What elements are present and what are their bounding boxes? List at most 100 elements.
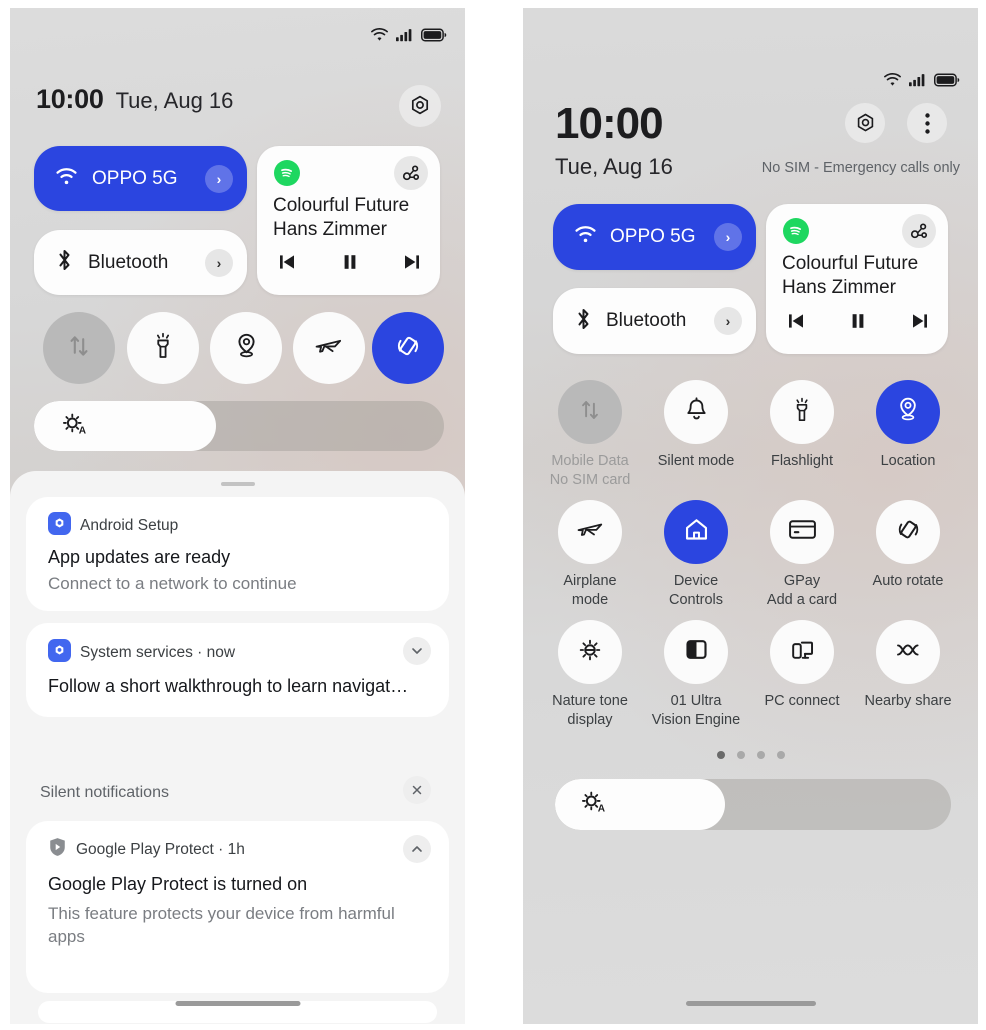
- toggle-location[interactable]: [210, 312, 282, 384]
- chevron-right-icon[interactable]: ›: [714, 307, 742, 335]
- notification-android-setup[interactable]: Android Setup App updates are ready Conn…: [26, 497, 449, 611]
- tile-location[interactable]: Location: [860, 380, 956, 471]
- auto-rotate-icon: [394, 332, 422, 365]
- chevron-right-icon[interactable]: ›: [714, 223, 742, 251]
- auto-brightness-icon: A: [579, 788, 607, 821]
- toggle-auto-rotate[interactable]: [372, 312, 444, 384]
- page-dot[interactable]: [776, 751, 785, 759]
- auto-brightness-icon: A: [60, 410, 88, 443]
- page-dot[interactable]: [756, 751, 765, 759]
- spotify-icon: [783, 218, 809, 244]
- notification-system-services[interactable]: System services · now Follow a short wal…: [26, 623, 449, 717]
- tile-label-line1: Mobile Data: [551, 453, 629, 469]
- tile-button[interactable]: [876, 500, 940, 564]
- pause-icon[interactable]: [338, 250, 362, 279]
- gear-icon[interactable]: [399, 85, 441, 127]
- tile-label-line1: Device: [673, 573, 719, 589]
- tile-ultra-vision-engine[interactable]: 01 Ultra Vision Engine: [648, 620, 744, 729]
- wifi-icon: [370, 28, 389, 42]
- tile-label-line1: Airplane: [563, 573, 617, 589]
- bluetooth-tile[interactable]: Bluetooth ›: [34, 230, 247, 295]
- tile-mobile-data[interactable]: Mobile Data No SIM card: [542, 380, 638, 489]
- tile-device-controls[interactable]: Device Controls: [648, 500, 744, 609]
- tile-button[interactable]: [770, 380, 834, 444]
- signal-icon: [909, 73, 927, 87]
- tile-button[interactable]: [664, 620, 728, 684]
- cast-output-icon[interactable]: [394, 156, 428, 190]
- tile-gpay[interactable]: GPay Add a card: [754, 500, 850, 609]
- clock-time: 10:00: [555, 99, 664, 148]
- chevron-right-icon[interactable]: ›: [205, 248, 233, 277]
- tile-auto-rotate[interactable]: Auto rotate: [860, 500, 956, 591]
- chevron-down-icon[interactable]: [403, 637, 431, 665]
- clock-time: 10:00: [36, 84, 104, 114]
- notification-app-name: Google Play Protect · 1h: [76, 840, 245, 858]
- notification-header: System services · now: [48, 639, 235, 667]
- toggle-flashlight[interactable]: [127, 312, 199, 384]
- location-icon: [895, 396, 921, 428]
- bluetooth-label: Bluetooth: [88, 251, 169, 273]
- tile-nearby-share[interactable]: Nearby share: [860, 620, 956, 711]
- tile-silent-mode[interactable]: Silent mode: [648, 380, 744, 471]
- notification-play-protect[interactable]: Google Play Protect · 1h Google Play Pro…: [26, 821, 449, 993]
- next-icon[interactable]: [908, 309, 932, 338]
- notification-body: Connect to a network to continue: [48, 574, 297, 593]
- notification-app-name: Android Setup: [80, 517, 179, 534]
- tile-label-line1: Silent mode: [657, 453, 735, 469]
- nearby-share-icon: [894, 639, 922, 666]
- gear-icon[interactable]: [845, 103, 885, 143]
- tile-label-line2: No SIM card: [549, 471, 631, 488]
- tile-pc-connect[interactable]: PC connect: [754, 620, 850, 711]
- media-player-card[interactable]: Colourful Future Hans Zimmer: [766, 204, 948, 354]
- tile-button[interactable]: [770, 500, 834, 564]
- system-services-icon: [48, 639, 71, 667]
- tile-button[interactable]: [664, 500, 728, 564]
- toggle-mobile-data[interactable]: [43, 312, 115, 384]
- previous-icon[interactable]: [275, 250, 299, 279]
- tile-flashlight[interactable]: Flashlight: [754, 380, 850, 471]
- tile-button[interactable]: [876, 620, 940, 684]
- next-icon[interactable]: [400, 250, 424, 279]
- gesture-bar[interactable]: [685, 1001, 816, 1006]
- flashlight-icon: [790, 397, 814, 428]
- tile-nature-tone-display[interactable]: Nature tone display: [542, 620, 638, 729]
- close-icon[interactable]: [403, 776, 431, 804]
- tile-button[interactable]: [770, 620, 834, 684]
- cast-output-icon[interactable]: [902, 214, 936, 248]
- more-vertical-icon[interactable]: [907, 103, 947, 143]
- tile-label-line1: Flashlight: [770, 453, 834, 469]
- brightness-slider[interactable]: A: [555, 779, 951, 830]
- previous-icon[interactable]: [784, 309, 808, 338]
- page-dot[interactable]: [736, 751, 745, 759]
- android-setup-icon: [48, 512, 71, 540]
- tile-airplane-mode[interactable]: Airplane mode: [542, 500, 638, 609]
- tile-label-line2: mode: [571, 591, 609, 608]
- page-dot[interactable]: [716, 751, 725, 759]
- gesture-bar[interactable]: [175, 1001, 300, 1006]
- media-player-card[interactable]: Colourful Future Hans Zimmer: [257, 146, 440, 295]
- status-bar-right: [883, 73, 960, 87]
- tile-button[interactable]: [558, 500, 622, 564]
- tile-button[interactable]: [558, 620, 622, 684]
- pause-icon[interactable]: [846, 309, 870, 338]
- brightness-slider[interactable]: A: [34, 401, 444, 451]
- spotify-icon: [274, 160, 300, 186]
- media-artist: Hans Zimmer: [273, 219, 388, 241]
- wifi-tile[interactable]: OPPO 5G ›: [553, 204, 756, 270]
- tile-label-line1: Nature tone: [552, 693, 628, 709]
- page-indicator[interactable]: [716, 751, 785, 759]
- shade-drag-handle[interactable]: [220, 482, 255, 486]
- chevron-right-icon[interactable]: ›: [205, 164, 233, 193]
- status-bar-left: [370, 28, 447, 42]
- tile-label-line1: GPay: [783, 573, 821, 589]
- chevron-up-icon[interactable]: [403, 835, 431, 863]
- tile-button[interactable]: [558, 380, 622, 444]
- toggle-airplane-mode[interactable]: [293, 312, 365, 384]
- bluetooth-icon: [575, 307, 592, 336]
- tile-button[interactable]: [876, 380, 940, 444]
- wifi-tile[interactable]: OPPO 5G ›: [34, 146, 247, 211]
- bluetooth-tile[interactable]: Bluetooth ›: [553, 288, 756, 354]
- tile-button[interactable]: [664, 380, 728, 444]
- tile-label-line2: display: [567, 711, 613, 728]
- battery-icon: [934, 73, 960, 87]
